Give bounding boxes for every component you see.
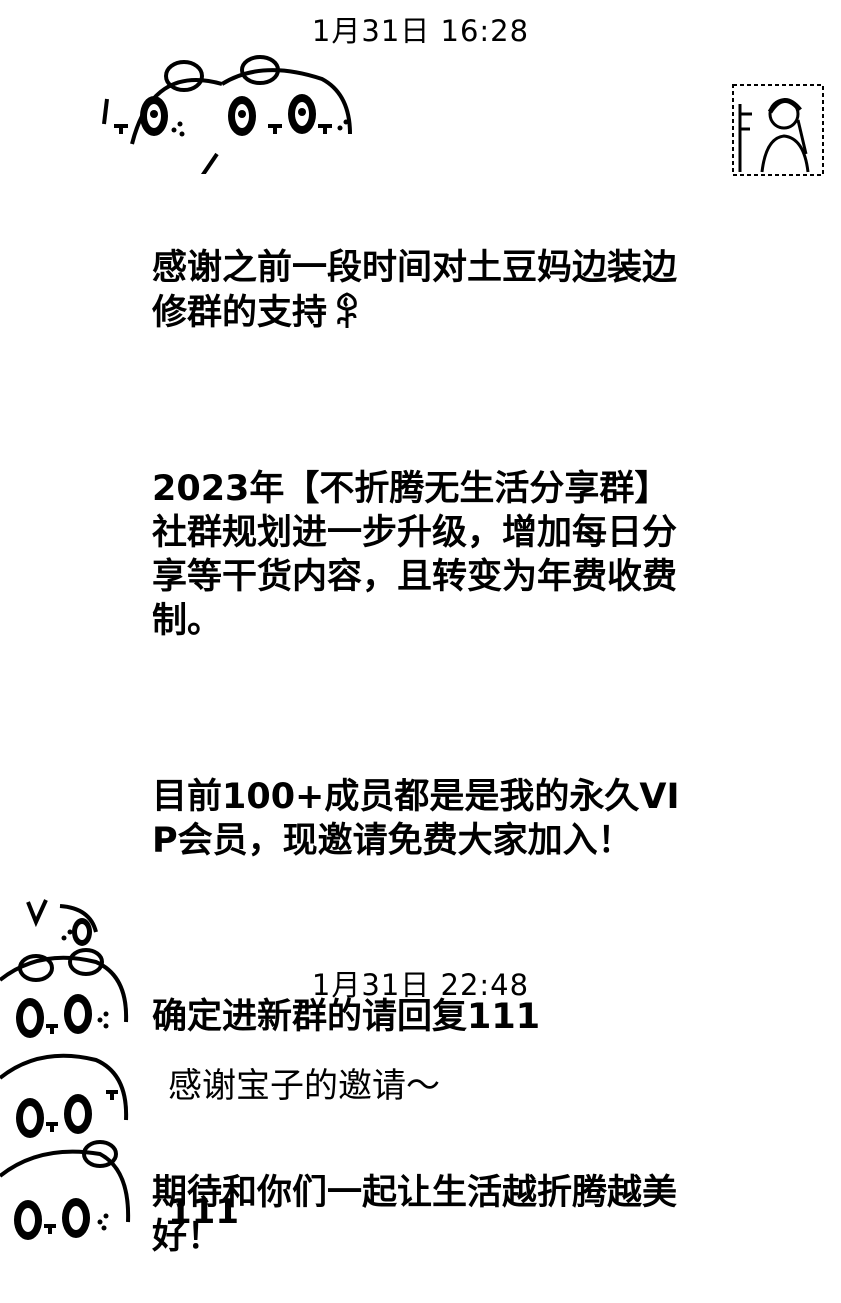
chat-message-bubble: 111: [168, 1192, 239, 1232]
message-paragraph: 目前100+成员都是是我的永久VIP会员，现邀请免费大家加入！: [152, 777, 680, 861]
message-paragraph: 2023年【不折腾无生活分享群】社群规划进一步升级，增加每日分享等干货内容，且转…: [152, 469, 678, 641]
panda-stack-sticker-icon: [0, 899, 131, 1240]
rose-icon: [337, 292, 357, 328]
chat-message-bubble: 感谢之前一段时间对土豆妈边装边修群的支持 2023年【不折腾无生活分享群】社群规…: [152, 158, 692, 1303]
user-avatar-icon[interactable]: [732, 84, 824, 176]
message-paragraph: 感谢之前一段时间对土豆妈边装边修群的支持: [152, 248, 678, 333]
message-timestamp: 1月31日 16:28: [311, 14, 530, 48]
chat-message-bubble: 感谢宝子的邀请～: [168, 1066, 440, 1106]
panda-sticker-icon: [102, 55, 352, 174]
